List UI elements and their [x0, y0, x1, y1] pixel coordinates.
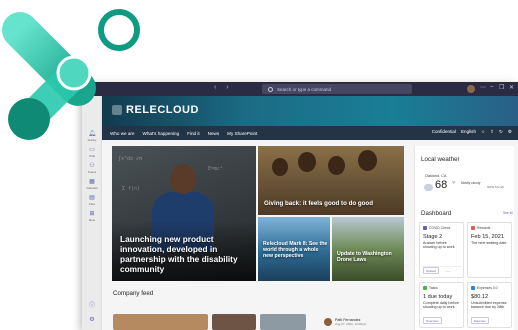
weather-wind: NNW 5 km/h — [487, 185, 505, 189]
photo-figure — [358, 150, 377, 171]
dashboard-card-covid-check[interactable]: COVID Check Stage 2 Answer before showin… — [419, 222, 464, 278]
feed-post-author[interactable]: Patti Fernandez Aug 27, 2020, 12:00pm — [324, 318, 366, 326]
dashboard-card-tasks[interactable]: Tasks 1 due today Complete daily before … — [419, 282, 464, 328]
share-icon[interactable]: ⇪ — [490, 129, 494, 135]
right-panel: Local weather Oakland, CA 68 °F Mostly c… — [414, 146, 514, 330]
site-navigation: Who we are What's happening Find it News… — [102, 126, 518, 140]
rail-item-teams[interactable]: ⚇ Teams — [82, 162, 102, 174]
card-app-name: Tasks — [429, 286, 438, 290]
calendar-icon: ▦ — [89, 179, 95, 185]
more-icon[interactable]: ⋯ — [446, 269, 450, 274]
site-settings-icon[interactable]: ⚙ — [508, 129, 512, 135]
expenses-icon — [471, 286, 475, 290]
teams-icon: ⚇ — [89, 163, 95, 169]
apps-icon: ⊞ — [89, 211, 95, 217]
nav-find-it[interactable]: Find it — [187, 131, 200, 136]
feed-post-image[interactable] — [113, 314, 208, 330]
card-text: Unsubmitted expense balance due by 28th — [471, 301, 507, 310]
site-header: RELECLOUD — [102, 96, 518, 126]
card-app-name: Expenses 0.0 — [477, 286, 498, 290]
upload-button[interactable]: Upload — [423, 267, 439, 274]
command-search-box[interactable]: Search or type a command — [262, 84, 412, 94]
rail-item-settings[interactable]: ⚙ — [82, 316, 102, 323]
history-arrows[interactable]: ‹ › — [214, 84, 233, 91]
follow-star-icon[interactable]: ☆ — [481, 129, 485, 135]
help-icon: ⓘ — [88, 303, 95, 309]
card-app-name: Rewards — [477, 226, 491, 230]
author-avatar — [324, 318, 332, 326]
dashboard-title: Dashboard — [421, 210, 452, 217]
nav-my-sharepoint[interactable]: My SharePoint — [227, 131, 257, 136]
maximize-icon[interactable]: ❐ — [499, 84, 504, 91]
card-text: Answer before showing up to work — [423, 241, 455, 250]
covid-check-icon — [423, 226, 427, 230]
weather-location: Oakland, CA — [425, 174, 447, 178]
dashboard-card-rewards[interactable]: Rewards Feb 15, 2021 The next seating da… — [467, 222, 512, 278]
rail-item-files[interactable]: ▤ Files — [82, 194, 102, 206]
dashboard-see-all-link[interactable]: See all — [503, 211, 513, 215]
rewards-icon — [471, 226, 475, 230]
dashboard-card-expenses[interactable]: Expenses 0.0 $80.12 Unsubmitted expense … — [467, 282, 512, 328]
user-avatar[interactable] — [467, 85, 475, 93]
more-options-icon[interactable]: ⋯ — [480, 84, 486, 91]
weather-temperature: 68 — [435, 179, 448, 191]
photo-figure — [328, 156, 345, 175]
rail-item-help[interactable]: ⓘ — [82, 300, 102, 309]
rail-item-more[interactable]: ⊞ More — [82, 210, 102, 222]
presenter-head — [170, 164, 196, 194]
overview-button[interactable]: Overview — [423, 317, 442, 324]
rail-item-calendar[interactable]: ▦ Calendar — [82, 178, 102, 190]
feed-post-image[interactable] — [260, 314, 306, 330]
weather-title: Local weather — [421, 156, 460, 163]
cloud-icon — [424, 184, 433, 191]
nav-right-group: Confidential English ☆ ⇪ ↻ ⚙ — [432, 129, 512, 135]
card-text: The next seating date — [471, 241, 507, 245]
card-text: Complete daily before showing up to work — [423, 301, 459, 310]
screenshot: ‹ › Search or type a command ⋯ – ❐ ✕ 🔔︎ … — [0, 0, 518, 330]
search-icon — [268, 86, 273, 92]
post-date: Aug 27, 2020, 12:00pm — [335, 322, 367, 326]
weather-condition: Mostly cloudy — [461, 181, 481, 185]
news-headline-top-right: Giving back: it feels good to do good — [264, 199, 373, 207]
news-tile-bottom-right[interactable]: Update to Washington Drone Laws — [332, 217, 404, 281]
classification-label: Confidential — [431, 129, 456, 134]
chalk-scribble: E=mc² — [208, 166, 224, 172]
news-tile-main[interactable]: ∫x²dx √π E=mc² Σ f(n) Launching new prod… — [112, 146, 256, 281]
feed-post-image[interactable] — [212, 314, 256, 330]
company-feed-title: Company feed — [113, 290, 154, 297]
expense-button[interactable]: Expense — [471, 317, 489, 324]
language-selector[interactable]: English — [461, 129, 476, 135]
card-headline: Stage 2 — [423, 234, 443, 240]
news-tile-top-right[interactable]: Giving back: it feels good to do good — [258, 146, 404, 215]
chalk-scribble: Σ f(n) — [122, 186, 141, 192]
photo-figure — [298, 152, 316, 172]
settings-icon: ⚙ — [89, 317, 95, 323]
close-icon[interactable]: ✕ — [509, 84, 514, 91]
news-headline-main: Launching new product innovation, develo… — [120, 234, 238, 275]
news-headline-bottom-right: Update to Washington Drone Laws — [337, 251, 392, 264]
search-placeholder: Search or type a command — [277, 86, 332, 92]
card-headline: 1 due today — [423, 294, 453, 300]
news-headline-bottom-left: Relecloud Mark 8: See the world through … — [263, 241, 328, 260]
files-icon: ▤ — [89, 195, 95, 201]
sharepoint-content: RELECLOUD Who we are What's happening Fi… — [102, 96, 518, 330]
tasks-icon — [423, 286, 427, 290]
card-headline: Feb 15, 2021 — [471, 234, 504, 240]
brand-logo — [2, 9, 140, 140]
drone-photo — [332, 217, 404, 281]
card-app-name: COVID Check — [429, 226, 451, 230]
weather-unit: °F — [452, 181, 456, 185]
nav-news[interactable]: News — [208, 131, 220, 136]
card-headline: $80.12 — [471, 294, 489, 300]
minimize-icon[interactable]: – — [490, 84, 493, 90]
photo-figure — [272, 158, 288, 176]
news-tile-bottom-left[interactable]: Relecloud Mark 8: See the world through … — [258, 217, 330, 281]
refresh-icon[interactable]: ↻ — [499, 129, 503, 135]
